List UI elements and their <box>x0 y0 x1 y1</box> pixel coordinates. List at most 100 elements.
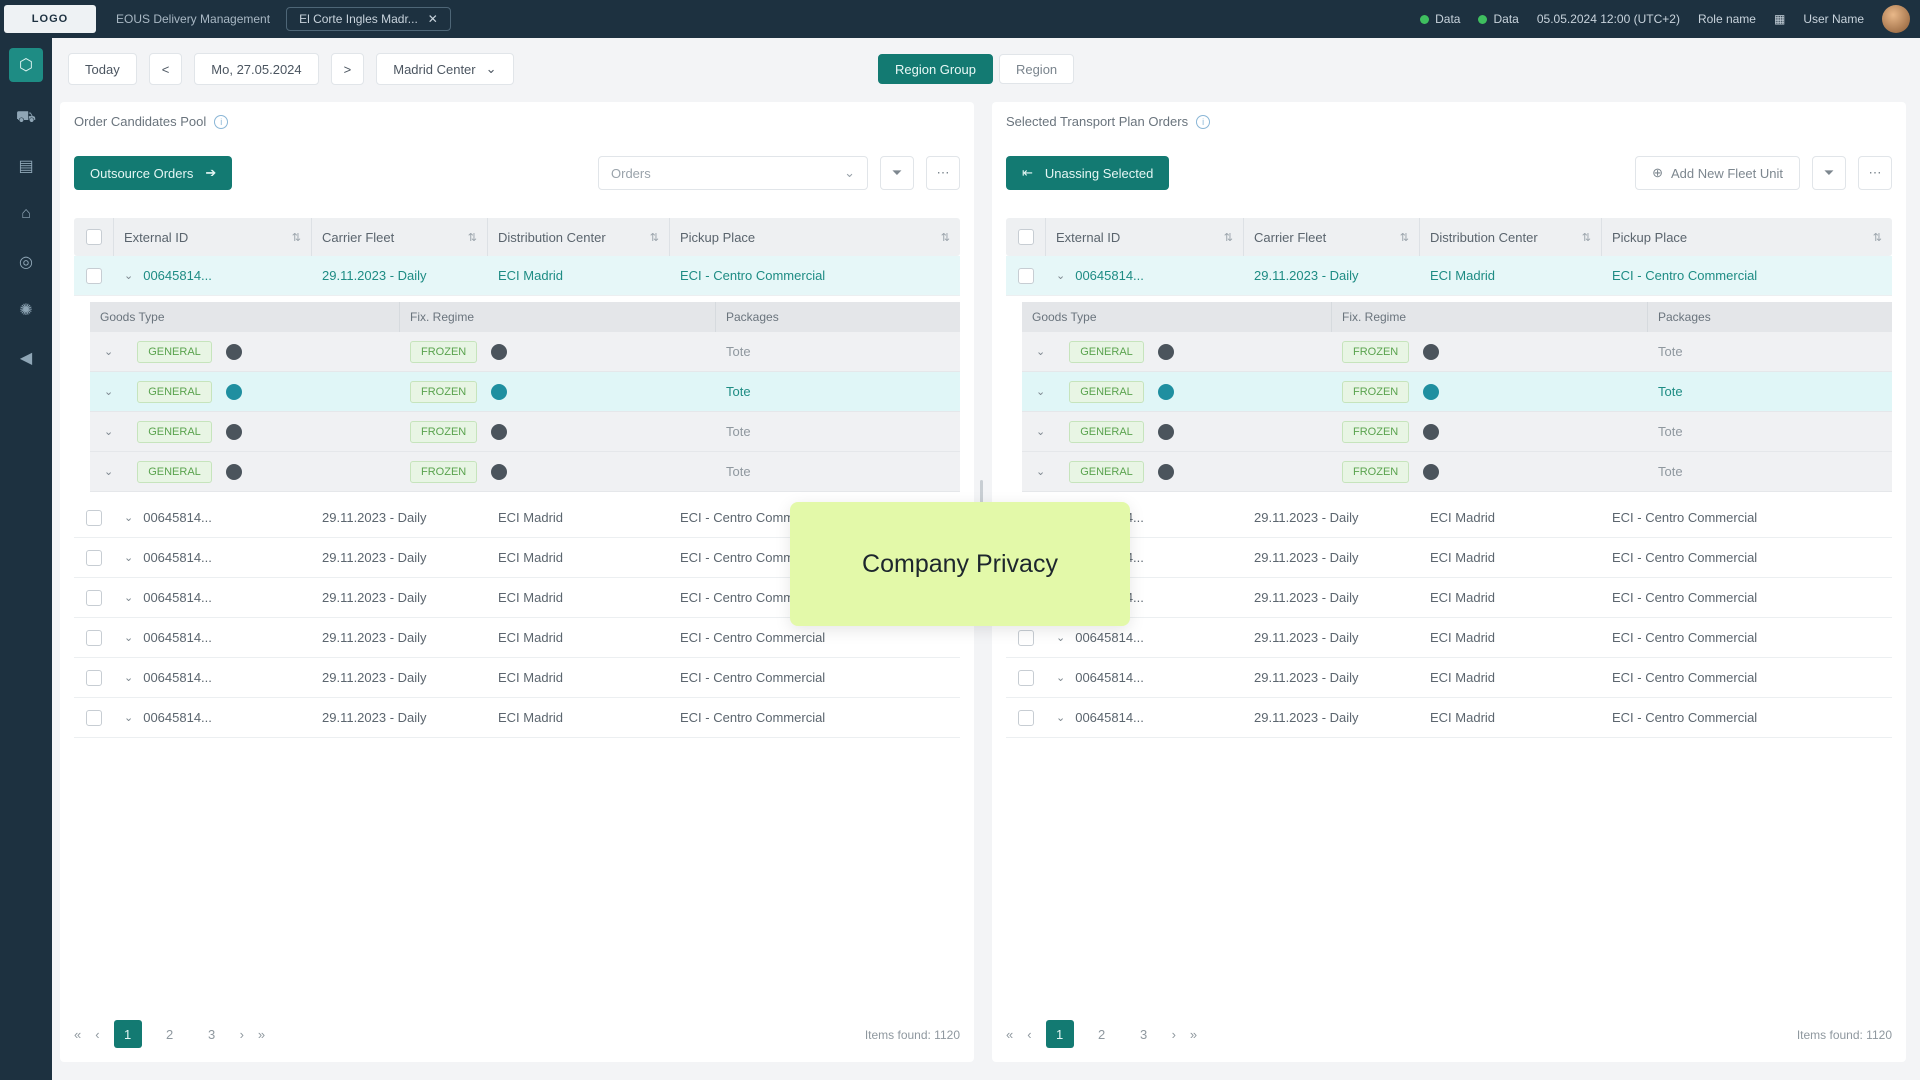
gear-icon[interactable] <box>1157 343 1174 360</box>
settings-icon[interactable]: ◎ <box>14 250 38 274</box>
page-button[interactable]: 3 <box>1130 1020 1158 1048</box>
megaphone-icon[interactable]: ◀ <box>14 346 38 370</box>
first-page-icon[interactable]: « <box>74 1027 81 1042</box>
gear-icon[interactable] <box>491 423 508 440</box>
subtable-row[interactable]: ⌄ GENERAL FROZEN Tote <box>90 452 960 492</box>
row-checkbox[interactable] <box>86 589 102 606</box>
gear-icon[interactable] <box>1157 423 1174 440</box>
info-icon[interactable]: i <box>1196 114 1211 129</box>
chevron-down-icon[interactable]: ⌄ <box>124 511 133 524</box>
sort-icon[interactable]: ⇅ <box>1400 231 1409 244</box>
table-row[interactable]: ⌄00645814... 29.11.2023 - Daily ECI Madr… <box>74 698 960 738</box>
filter-icon[interactable]: ⏷ <box>1812 156 1846 190</box>
chevron-down-icon[interactable]: ⌄ <box>104 385 113 398</box>
next-day-button[interactable]: > <box>330 53 365 85</box>
table-row[interactable]: ⌄00645814... 29.11.2023 - Daily ECI Madr… <box>1006 698 1892 738</box>
info-icon[interactable]: i <box>214 114 229 129</box>
document-icon[interactable]: ▤ <box>14 154 38 178</box>
chevron-down-icon[interactable]: ⌄ <box>1056 269 1065 282</box>
last-page-icon[interactable]: » <box>258 1027 265 1042</box>
sort-icon[interactable]: ⇅ <box>1224 231 1233 244</box>
orders-select[interactable]: Orders ⌄ <box>598 156 868 190</box>
chevron-down-icon[interactable]: ⌄ <box>1056 671 1065 684</box>
chevron-down-icon[interactable]: ⌄ <box>1056 631 1065 644</box>
first-page-icon[interactable]: « <box>1006 1027 1013 1042</box>
sort-icon[interactable]: ⇅ <box>941 231 950 244</box>
table-row[interactable]: ⌄00645814... 29.11.2023 - Daily ECI Madr… <box>1006 578 1892 618</box>
table-row[interactable]: ⌄00645814... 29.11.2023 - Daily ECI Madr… <box>1006 618 1892 658</box>
chevron-down-icon[interactable]: ⌄ <box>1036 465 1045 478</box>
table-row[interactable]: ⌄00645814... 29.11.2023 - Daily ECI Madr… <box>1006 658 1892 698</box>
more-icon[interactable]: ⋯ <box>926 156 960 190</box>
sort-icon[interactable]: ⇅ <box>292 231 301 244</box>
sort-icon[interactable]: ⇅ <box>1873 231 1882 244</box>
filter-icon[interactable]: ⏷ <box>880 156 914 190</box>
close-icon[interactable]: ✕ <box>428 12 438 26</box>
gear-icon[interactable] <box>1423 463 1440 480</box>
region-tab[interactable]: Region <box>998 54 1075 84</box>
gear-icon[interactable] <box>491 343 508 360</box>
chevron-down-icon[interactable]: ⌄ <box>1036 425 1045 438</box>
chevron-down-icon[interactable]: ⌄ <box>104 345 113 358</box>
sort-icon[interactable]: ⇅ <box>468 231 477 244</box>
grid-icon[interactable]: ▦ <box>1774 12 1785 26</box>
chevron-down-icon[interactable]: ⌄ <box>104 425 113 438</box>
row-checkbox[interactable] <box>1018 629 1034 646</box>
chevron-down-icon[interactable]: ⌄ <box>1056 711 1065 724</box>
subtable-row[interactable]: ⌄ GENERAL FROZEN Tote <box>1022 452 1892 492</box>
gear-icon[interactable] <box>225 383 242 400</box>
row-checkbox[interactable] <box>86 669 102 686</box>
truck-icon[interactable]: ⛟ <box>14 106 38 130</box>
page-button[interactable]: 3 <box>198 1020 226 1048</box>
prev-day-button[interactable]: < <box>148 53 183 85</box>
last-page-icon[interactable]: » <box>1190 1027 1197 1042</box>
gear-icon[interactable] <box>225 463 242 480</box>
app-logo[interactable]: LOGO <box>4 5 96 33</box>
table-row[interactable]: ⌄00645814... 29.11.2023 - Daily ECI Madr… <box>1006 256 1892 296</box>
prev-page-icon[interactable]: ‹ <box>95 1027 99 1042</box>
row-checkbox[interactable] <box>1018 709 1034 726</box>
page-button[interactable]: 1 <box>1045 1020 1074 1048</box>
sort-icon[interactable]: ⇅ <box>1582 231 1591 244</box>
select-all-checkbox[interactable] <box>85 229 102 245</box>
row-checkbox[interactable] <box>86 629 102 646</box>
center-dropdown[interactable]: Madrid Center ⌄ <box>376 53 514 85</box>
gear-icon[interactable] <box>491 463 508 480</box>
page-button[interactable]: 1 <box>113 1020 142 1048</box>
chevron-down-icon[interactable]: ⌄ <box>1036 385 1045 398</box>
date-picker[interactable]: Mo, 27.05.2024 <box>194 53 319 85</box>
subtable-row[interactable]: ⌄ GENERAL FROZEN Tote <box>90 332 960 372</box>
today-button[interactable]: Today <box>68 53 137 85</box>
chevron-down-icon[interactable]: ⌄ <box>104 465 113 478</box>
gear-icon[interactable] <box>1423 343 1440 360</box>
gear-icon[interactable] <box>1423 423 1440 440</box>
row-checkbox[interactable] <box>86 549 102 566</box>
region-group-tab[interactable]: Region Group <box>878 54 993 84</box>
gear-icon[interactable]: ✺ <box>14 298 38 322</box>
chevron-down-icon[interactable]: ⌄ <box>124 591 133 604</box>
tag-icon[interactable]: ⌂ <box>14 202 38 226</box>
sort-icon[interactable]: ⇅ <box>650 231 659 244</box>
context-selector[interactable]: El Corte Ingles Madr... ✕ <box>286 7 451 31</box>
subtable-row[interactable]: ⌄ GENERAL FROZEN Tote <box>1022 332 1892 372</box>
table-row[interactable]: ⌄00645814... 29.11.2023 - Daily ECI Madr… <box>1006 538 1892 578</box>
prev-page-icon[interactable]: ‹ <box>1027 1027 1031 1042</box>
gear-icon[interactable] <box>1157 383 1174 400</box>
chevron-down-icon[interactable]: ⌄ <box>124 711 133 724</box>
more-icon[interactable]: ⋯ <box>1858 156 1892 190</box>
subtable-row[interactable]: ⌄ GENERAL FROZEN Tote <box>1022 372 1892 412</box>
gear-icon[interactable] <box>491 383 508 400</box>
row-checkbox[interactable] <box>86 267 102 284</box>
row-checkbox[interactable] <box>1018 267 1034 284</box>
add-fleet-unit-button[interactable]: ⊕ Add New Fleet Unit <box>1635 156 1800 190</box>
chevron-down-icon[interactable]: ⌄ <box>124 551 133 564</box>
gear-icon[interactable] <box>1423 383 1440 400</box>
table-row[interactable]: ⌄00645814... 29.11.2023 - Daily ECI Madr… <box>1006 498 1892 538</box>
home-icon[interactable]: ⬡ <box>9 48 43 82</box>
gear-icon[interactable] <box>1157 463 1174 480</box>
row-checkbox[interactable] <box>86 509 102 526</box>
outsource-orders-button[interactable]: Outsource Orders ➔ <box>74 156 233 190</box>
table-row[interactable]: ⌄00645814... 29.11.2023 - Daily ECI Madr… <box>74 256 960 296</box>
subtable-row[interactable]: ⌄ GENERAL FROZEN Tote <box>1022 412 1892 452</box>
avatar[interactable] <box>1882 5 1910 33</box>
